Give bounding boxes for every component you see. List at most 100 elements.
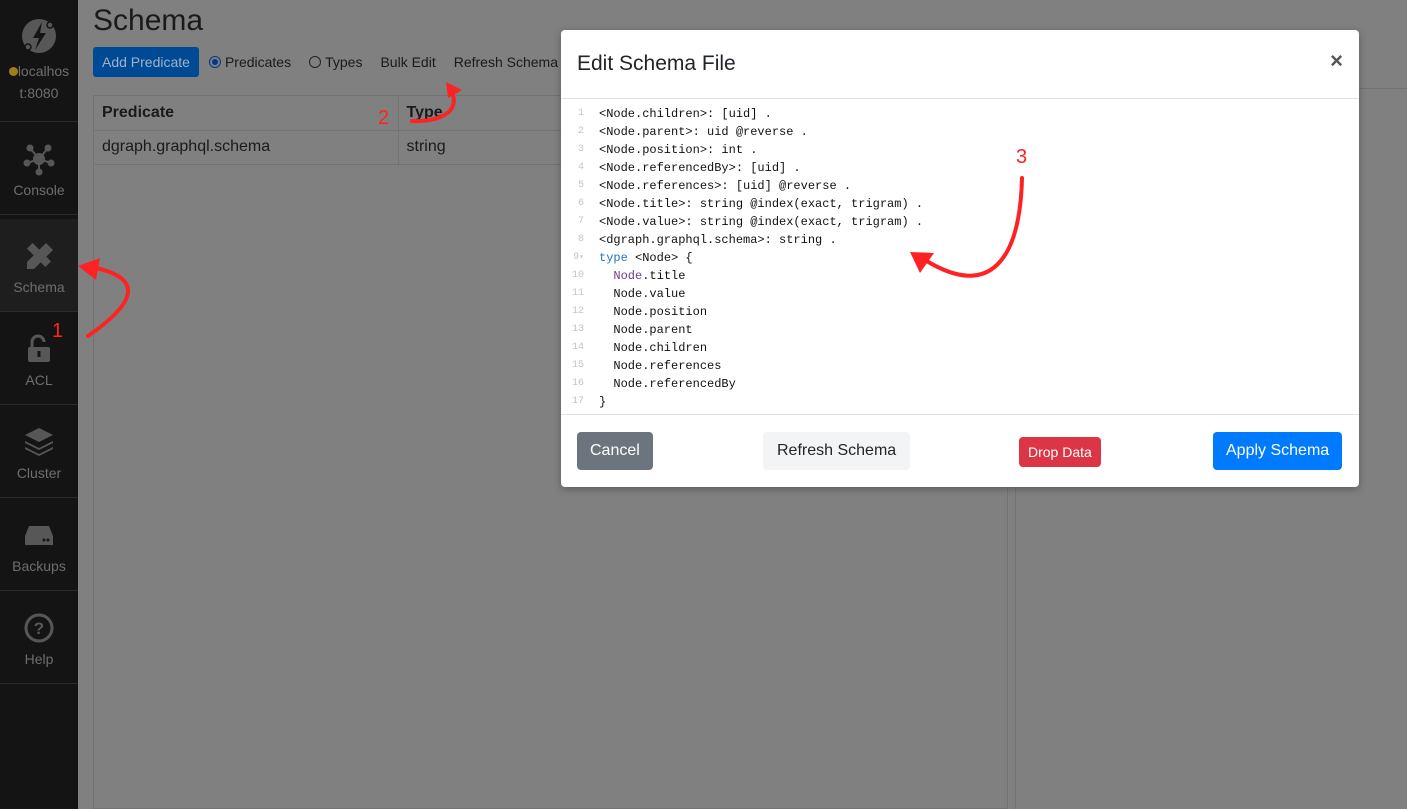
line-number: 2 bbox=[577, 126, 584, 137]
predicate-cell: dgraph.graphql.schema bbox=[94, 130, 399, 165]
code-text: <Node.parent>: uid @reverse . bbox=[599, 125, 808, 139]
code-line: 10 Node.title bbox=[561, 267, 1359, 285]
code-line: 1 <Node.children>: [uid] . bbox=[561, 105, 1359, 123]
code-line: 15 Node.references bbox=[561, 357, 1359, 375]
predicates-radio[interactable]: Predicates bbox=[208, 54, 292, 70]
code-line: 9 type <Node> { bbox=[561, 249, 1359, 267]
code-text: <Node.position>: int . bbox=[599, 143, 758, 157]
toolbar: Add Predicate Predicates Types Bulk Edit… bbox=[93, 47, 576, 77]
apply-schema-button[interactable]: Apply Schema bbox=[1213, 432, 1343, 470]
code-text: Node.position bbox=[599, 305, 708, 319]
modal-title: Edit Schema File bbox=[577, 52, 736, 75]
add-predicate-button[interactable]: Add Predicate bbox=[93, 47, 199, 77]
code-text: Node.title bbox=[613, 269, 686, 283]
svg-text:?: ? bbox=[34, 619, 44, 638]
code-line: 3 <Node.position>: int . bbox=[561, 141, 1359, 159]
sidebar-item-backups[interactable]: Backups bbox=[0, 498, 78, 591]
drive-icon bbox=[25, 526, 53, 545]
code-line: 14 Node.children bbox=[561, 339, 1359, 357]
close-icon[interactable]: × bbox=[1330, 48, 1343, 74]
line-number: 15 bbox=[571, 360, 584, 371]
sidebar-item-label: Backups bbox=[12, 558, 66, 574]
line-number: 4 bbox=[577, 162, 584, 173]
sidebar-item-help[interactable]: ? Help bbox=[0, 591, 78, 684]
code-text: Node.referencedBy bbox=[599, 377, 736, 391]
code-line: 8 <dgraph.graphql.schema>: string . bbox=[561, 231, 1359, 249]
code-line: 5 <Node.references>: [uid] @reverse . bbox=[561, 177, 1359, 195]
sidebar-item-label: Console bbox=[13, 182, 65, 198]
sidebar-item-console[interactable]: Console bbox=[0, 122, 78, 215]
cancel-button[interactable]: Cancel bbox=[577, 432, 653, 470]
code-line: 11 Node.value bbox=[561, 285, 1359, 303]
status-dot bbox=[8, 67, 18, 76]
line-number: 14 bbox=[571, 342, 584, 353]
code-text: <Node.value>: string @index(exact, trigr… bbox=[599, 215, 924, 229]
code-line: 2 <Node.parent>: uid @reverse . bbox=[561, 123, 1359, 141]
sidebar-item-schema[interactable]: Schema bbox=[0, 219, 78, 312]
refresh-schema-button[interactable]: Refresh Schema bbox=[454, 54, 558, 70]
code-line: 16 Node.referencedBy bbox=[561, 375, 1359, 393]
sidebar-item-label: Help bbox=[24, 651, 54, 667]
modal-header: Edit Schema File × bbox=[561, 30, 1359, 99]
line-number: 11 bbox=[571, 288, 584, 299]
sidebar-item-label: Cluster bbox=[16, 465, 62, 481]
sidebar-item-cluster[interactable]: Cluster bbox=[0, 405, 78, 498]
code-line: 17} bbox=[561, 393, 1359, 411]
annotation-number-2: 2 bbox=[378, 107, 390, 129]
lock-icon bbox=[28, 334, 50, 362]
line-number: 6 bbox=[577, 198, 584, 209]
code-text: Node.value bbox=[599, 287, 686, 301]
code-line: 13 Node.parent bbox=[561, 321, 1359, 339]
edit-schema-modal: Edit Schema File × 1 <Node.children>: [ui… bbox=[561, 30, 1359, 487]
sidebar: localhos t:8080 Console Schema ACL Clust… bbox=[0, 0, 78, 809]
keyword: type bbox=[599, 251, 628, 265]
radio-label: Types bbox=[325, 54, 363, 70]
line-number: 3 bbox=[577, 144, 584, 155]
type-name: Node bbox=[613, 269, 643, 283]
code-line: 6 <Node.title>: string @index(exact, trig… bbox=[561, 195, 1359, 213]
code-line: 12 Node.position bbox=[561, 303, 1359, 321]
schema-icon bbox=[26, 242, 53, 269]
line-number: 9 bbox=[561, 249, 591, 267]
code-text: } bbox=[599, 395, 607, 409]
types-radio[interactable]: Types bbox=[309, 54, 362, 70]
dgraph-logo-icon bbox=[22, 19, 56, 53]
code-text: <dgraph.graphql.schema>: string . bbox=[599, 233, 837, 247]
page-title: Schema bbox=[93, 4, 204, 37]
code-text: <Node.references>: [uid] @reverse . bbox=[599, 179, 852, 193]
radio-label: Predicates bbox=[224, 54, 292, 70]
bulk-edit-button[interactable]: Bulk Edit bbox=[380, 54, 435, 70]
radio-unchecked-icon bbox=[309, 56, 322, 68]
sidebar-item-label: ACL bbox=[25, 372, 53, 388]
line-number: 7 bbox=[577, 216, 584, 227]
console-icon bbox=[23, 144, 55, 176]
line-number: 17 bbox=[571, 396, 584, 407]
layers-icon bbox=[25, 428, 53, 456]
line-number: 5 bbox=[577, 180, 584, 191]
modal-footer: Cancel Refresh Schema Drop Data Apply Sc… bbox=[561, 415, 1359, 487]
annotation-number-1: 1 bbox=[52, 320, 64, 342]
code-text: Node.parent bbox=[599, 323, 693, 337]
server-info[interactable]: localhos t:8080 bbox=[0, 0, 78, 122]
code-text: <Node.referencedBy>: [uid] . bbox=[599, 161, 801, 175]
sidebar-item-acl[interactable]: ACL bbox=[0, 312, 78, 405]
refresh-schema-button[interactable]: Refresh Schema bbox=[763, 432, 911, 470]
drop-data-button[interactable]: Drop Data bbox=[1019, 437, 1101, 467]
line-number: 13 bbox=[571, 324, 584, 335]
code-text: Node.references bbox=[599, 359, 722, 373]
code-text: <Node.children>: [uid] . bbox=[599, 107, 772, 121]
radio-checked-icon bbox=[208, 56, 221, 68]
code-line: 4 <Node.referencedBy>: [uid] . bbox=[561, 159, 1359, 177]
line-number: 10 bbox=[571, 270, 584, 281]
server-address: localhos t:8080 bbox=[17, 63, 70, 101]
column-header-predicate[interactable]: Predicate bbox=[94, 96, 399, 131]
sidebar-item-label: Schema bbox=[13, 279, 65, 295]
annotation-number-3: 3 bbox=[1016, 146, 1028, 168]
line-number: 12 bbox=[571, 306, 584, 317]
line-number: 1 bbox=[577, 108, 584, 119]
line-number: 8 bbox=[577, 234, 584, 245]
code-text: Node.children bbox=[599, 341, 708, 355]
code-line: 7 <Node.value>: string @index(exact, trig… bbox=[561, 213, 1359, 231]
line-number: 16 bbox=[571, 378, 584, 389]
schema-code-editor[interactable]: 1 <Node.children>: [uid] . 2 <Node.parent>:… bbox=[561, 100, 1359, 415]
